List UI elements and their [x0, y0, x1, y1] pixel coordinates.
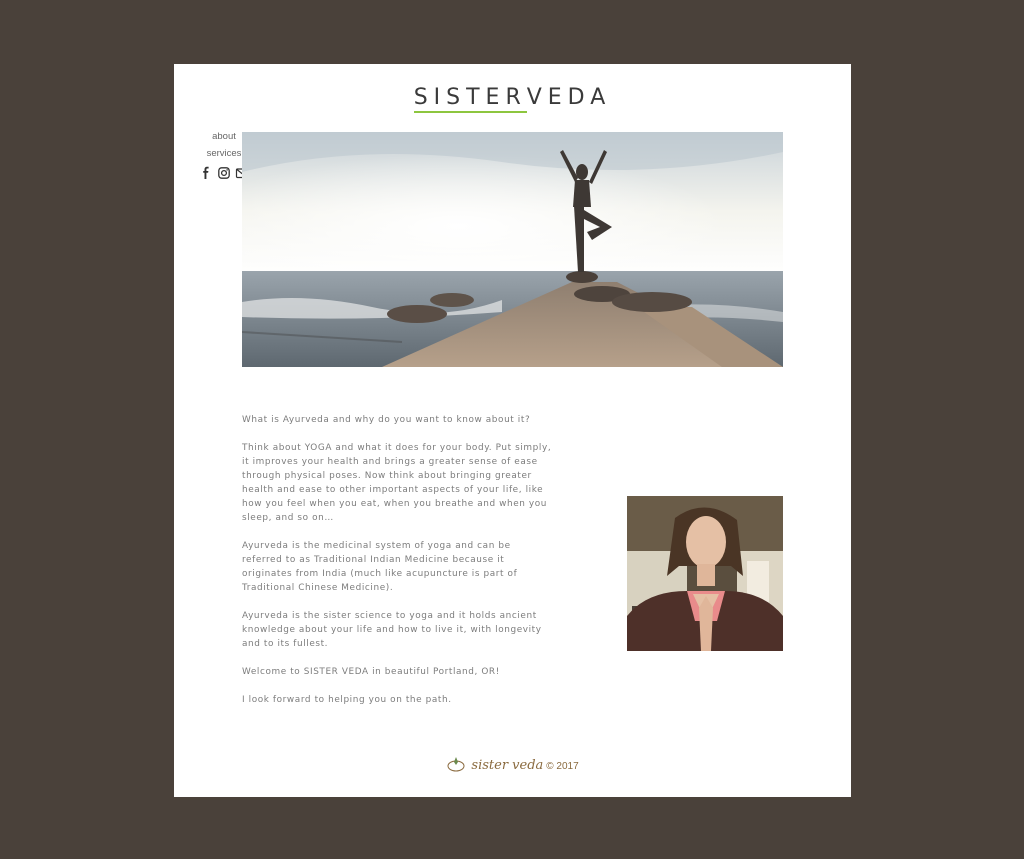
instagram-icon[interactable]: [217, 166, 231, 185]
intro-text: What is Ayurveda and why do you want to …: [242, 413, 554, 721]
intro-paragraph-medicine: Ayurveda is the medicinal system of yoga…: [242, 541, 518, 593]
logo-underline: [413, 111, 527, 113]
footer-brand: sister veda: [471, 758, 544, 773]
intro-paragraph-sister-science: Ayurveda is the sister science to yoga a…: [242, 611, 542, 649]
intro-question: What is Ayurveda and why do you want to …: [242, 415, 531, 425]
intro-paragraph-yoga: Think about YOGA and what it does for yo…: [242, 443, 552, 523]
footer-copyright: © 2017: [546, 761, 579, 772]
footer-logo: [446, 754, 471, 773]
site-logo[interactable]: SISTER VEDA: [174, 85, 851, 113]
hero-image-yoga-pier: [242, 132, 783, 367]
page-container: SISTER VEDA about services What is Ayurv…: [174, 64, 851, 797]
logo-word-sister: SISTER: [413, 85, 527, 113]
portrait-photo: [627, 496, 783, 651]
facebook-icon[interactable]: [199, 166, 213, 185]
intro-welcome: Welcome to SISTER VEDA in beautiful Port…: [242, 667, 500, 677]
intro-closing: I look forward to helping you on the pat…: [242, 695, 452, 705]
footer: sister veda © 2017: [174, 754, 851, 773]
logo-word-veda: VEDA: [526, 85, 612, 110]
